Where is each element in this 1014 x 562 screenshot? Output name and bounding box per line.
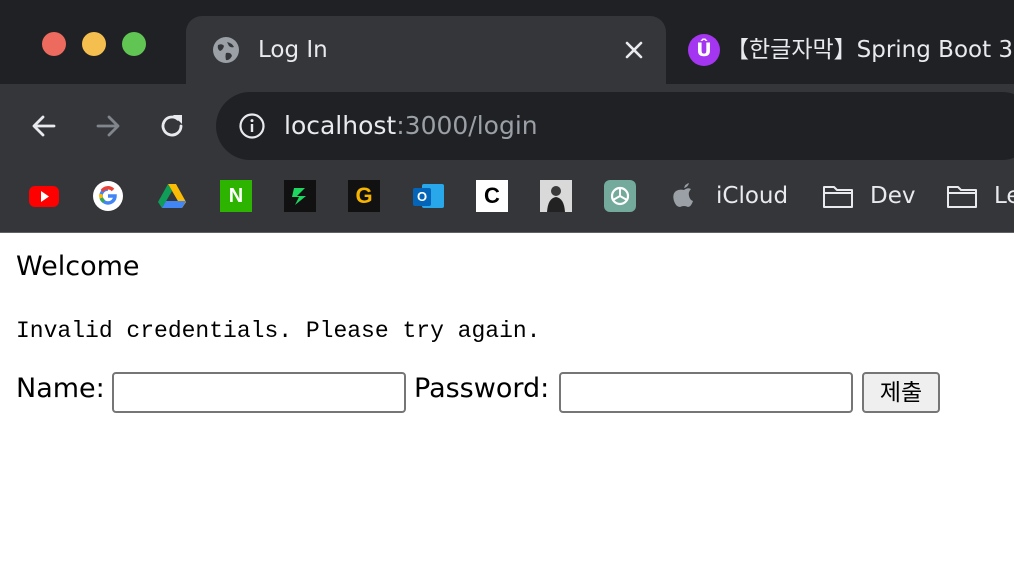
bookmark-g-icon[interactable]: G — [348, 180, 380, 212]
submit-button[interactable]: 제출 — [862, 372, 940, 413]
tab-bar: Log In Û 【한글자막】Spring Boot 3 & — [0, 0, 1014, 84]
back-arrow-icon[interactable] — [28, 110, 60, 142]
youtube-icon[interactable] — [28, 180, 60, 212]
name-input[interactable] — [112, 372, 406, 413]
chatgpt-icon[interactable] — [604, 180, 636, 212]
tab-title: 【한글자막】Spring Boot 3 & — [726, 37, 1014, 63]
bookmark-le-label[interactable]: Le — [994, 182, 1014, 210]
info-icon[interactable] — [238, 112, 266, 140]
outlook-letter: O — [413, 188, 431, 206]
apple-icon[interactable] — [670, 180, 698, 212]
bookmarks-bar: N G O C iCloud Dev Le — [0, 170, 1014, 233]
folder-icon[interactable] — [822, 180, 854, 212]
bookmark-icloud-label[interactable]: iCloud — [716, 182, 788, 210]
profile-photo-icon[interactable] — [540, 180, 572, 212]
toolbar: localhost:3000/login — [0, 84, 1014, 170]
url-host: localhost — [284, 111, 397, 140]
page-content: Welcome Invalid credentials. Please try … — [0, 234, 1014, 562]
tab-spring-boot[interactable]: Û 【한글자막】Spring Boot 3 & — [672, 16, 1014, 84]
name-label: Name: — [16, 373, 105, 404]
minimize-window-button[interactable] — [82, 32, 106, 56]
page-title: Welcome — [16, 251, 140, 282]
bookmark-c-icon[interactable]: C — [476, 180, 508, 212]
reload-icon[interactable] — [156, 110, 188, 142]
url-path: :3000/login — [396, 111, 538, 140]
globe-icon — [213, 37, 239, 63]
udemy-icon: Û — [688, 34, 720, 66]
error-message: Invalid credentials. Please try again. — [16, 318, 541, 344]
google-drive-icon[interactable] — [156, 180, 188, 212]
forward-arrow-icon[interactable] — [92, 110, 124, 142]
tab-title: Log In — [258, 37, 328, 63]
close-window-button[interactable] — [42, 32, 66, 56]
bookmark-dev-label[interactable]: Dev — [870, 182, 915, 210]
folder-icon[interactable] — [946, 180, 978, 212]
address-bar[interactable]: localhost:3000/login — [216, 92, 1014, 160]
outlook-icon[interactable]: O — [412, 180, 444, 212]
zoom-window-button[interactable] — [122, 32, 146, 56]
naver-icon[interactable]: N — [220, 180, 252, 212]
close-tab-icon[interactable] — [620, 36, 648, 64]
url-text: localhost:3000/login — [284, 110, 538, 142]
tab-login[interactable]: Log In — [186, 16, 666, 84]
password-label: Password: — [414, 373, 550, 404]
password-input[interactable] — [559, 372, 853, 413]
bookmark-green-icon[interactable] — [284, 180, 316, 212]
google-icon[interactable] — [92, 180, 124, 212]
